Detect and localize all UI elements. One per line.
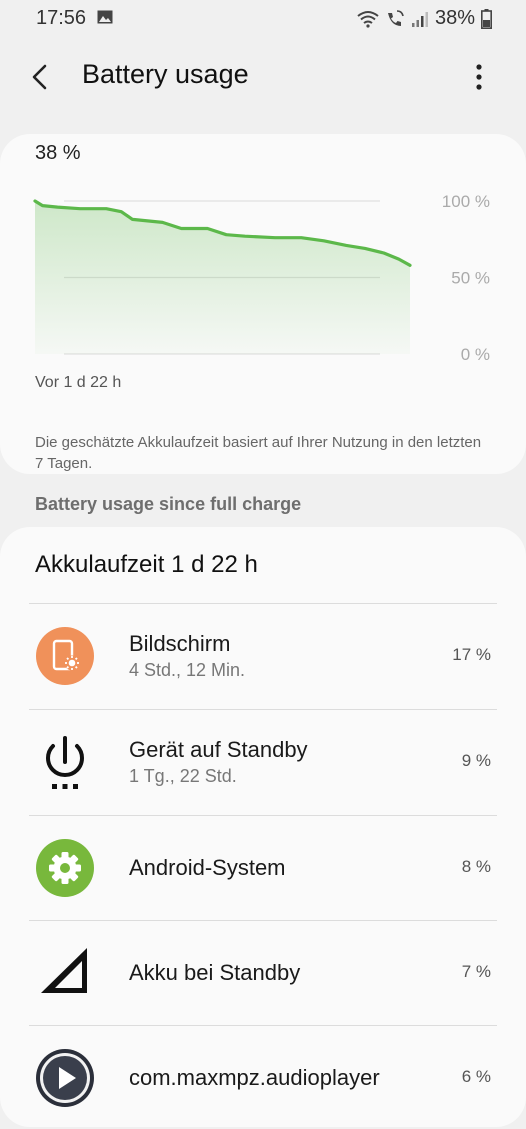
chart-area-fill <box>35 201 410 354</box>
more-options-icon[interactable] <box>468 60 490 94</box>
divider <box>29 709 497 710</box>
back-arrow-icon[interactable] <box>26 60 56 94</box>
cell-signal-icon <box>411 11 428 27</box>
page-title: Battery usage <box>82 59 249 89</box>
wifi-calling-icon <box>387 9 404 26</box>
divider <box>29 603 497 604</box>
signal-icon <box>41 948 87 993</box>
usage-item-detail: 4 Std., 12 Min. <box>129 660 246 680</box>
divider <box>29 815 497 816</box>
status-time: 17:56 <box>36 7 87 29</box>
usage-item-percent: 7 % <box>461 962 491 981</box>
usage-item-name: com.maxmpz.audioplayer <box>129 1065 380 1090</box>
usage-item-name: Android-System <box>129 855 286 880</box>
usage-item-percent: 8 % <box>461 857 491 876</box>
usage-item-percent: 6 % <box>461 1067 491 1086</box>
battery-level-card: 38 % 100 % 50 % 0 % Vor 1 d 22 h Die gesch… <box>0 134 526 474</box>
app-bar: Battery usage <box>0 38 526 118</box>
battery-level-chart: 100 % 50 % 0 % <box>33 192 490 364</box>
usage-item-android-system[interactable]: Android-System 8 % <box>0 815 526 919</box>
usage-item-percent: 17 % <box>452 645 491 664</box>
chart-time-label: Vor 1 d 22 h <box>35 374 122 391</box>
divider <box>29 1025 497 1026</box>
chart-y-tick-label: 0 % <box>461 345 490 364</box>
play-icon <box>36 1049 94 1107</box>
usage-item-name: Gerät auf Standby <box>129 737 308 762</box>
usage-item-detail: 1 Tg., 22 Std. <box>129 766 237 786</box>
wifi-icon <box>357 10 379 28</box>
chart-y-tick-label: 100 % <box>442 192 490 211</box>
screen-brightness-icon <box>36 627 94 685</box>
status-bar: 17:56 38% <box>0 0 526 38</box>
usage-item-bildschirm[interactable]: Bildschirm 4 Std., 12 Min. 17 % <box>0 603 526 707</box>
usage-item-audioplayer[interactable]: com.maxmpz.audioplayer 6 % <box>0 1025 526 1129</box>
chart-y-tick-label: 50 % <box>451 269 490 288</box>
power-standby-icon <box>46 736 84 789</box>
usage-item-akku-standby[interactable]: Akku bei Standby 7 % <box>0 920 526 1024</box>
divider <box>29 920 497 921</box>
gallery-notification-icon <box>97 10 113 24</box>
usage-list-card: Akkulaufzeit 1 d 22 h Bildschirm 4 Std.,… <box>0 527 526 1127</box>
section-header: Battery usage since full charge <box>35 494 302 514</box>
usage-item-geraet-standby[interactable]: Gerät auf Standby 1 Tg., 22 Std. 9 % <box>0 709 526 813</box>
gear-icon <box>36 839 94 897</box>
estimate-note: Die geschätzte Akkulaufzeit basiert auf … <box>35 434 482 472</box>
usage-item-percent: 9 % <box>461 751 491 770</box>
battery-time-title: Akkulaufzeit 1 d 22 h <box>35 551 258 578</box>
usage-item-name: Akku bei Standby <box>129 960 301 985</box>
usage-item-name: Bildschirm <box>129 631 231 656</box>
status-battery-percent: 38% <box>434 7 475 29</box>
battery-icon <box>481 8 492 29</box>
